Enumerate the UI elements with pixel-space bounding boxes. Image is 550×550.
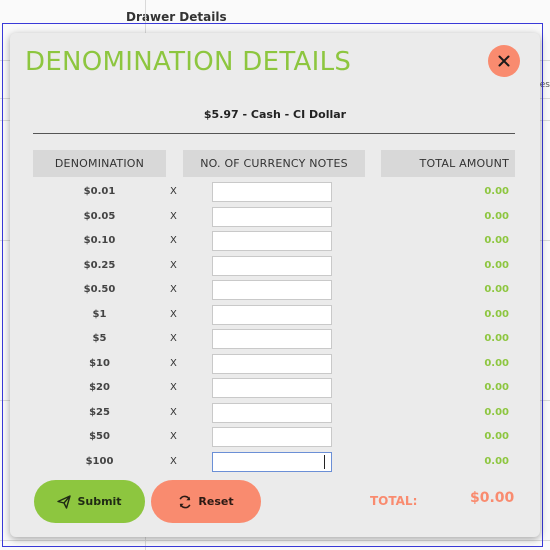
denomination-value: $100 (85, 455, 114, 467)
column-header-total: TOTAL AMOUNT (381, 150, 515, 177)
currency-notes-input[interactable] (212, 206, 332, 227)
row-total-amount: 0.00 (484, 259, 509, 271)
denomination-value: $0.10 (83, 235, 116, 246)
close-button[interactable] (488, 45, 520, 77)
denomination-row: $100 X 0.00 (10, 451, 540, 476)
multiplier-symbol: X (170, 235, 177, 246)
paper-plane-icon (57, 494, 72, 509)
denomination-value: $5 (92, 333, 107, 344)
row-total-amount: 0.00 (484, 357, 509, 369)
row-total-amount: 0.00 (484, 235, 509, 246)
denomination-modal: DENOMINATION DETAILS $5.97 - Cash - CI D… (10, 33, 540, 537)
row-total-amount: 0.00 (484, 210, 509, 222)
reset-button[interactable]: Reset (151, 480, 261, 523)
denomination-row: $0.10 X 0.00 (10, 230, 540, 255)
multiplier-symbol: X (170, 308, 177, 320)
divider (33, 133, 515, 134)
multiplier-symbol: X (170, 357, 177, 369)
multiplier-symbol: X (170, 431, 177, 442)
text-caret (324, 454, 325, 469)
denomination-row: $1 X 0.00 (10, 304, 540, 329)
reset-label: Reset (198, 495, 234, 508)
denomination-row: $50 X 0.00 (10, 426, 540, 451)
close-icon (498, 55, 510, 67)
column-header-denomination: DENOMINATION (33, 150, 166, 177)
currency-notes-input[interactable] (212, 255, 332, 276)
currency-notes-input[interactable] (212, 427, 332, 447)
denomination-row: $0.01 X 0.00 (10, 181, 540, 206)
currency-notes-input[interactable] (212, 451, 332, 472)
row-total-amount: 0.00 (484, 455, 509, 467)
multiplier-symbol: X (170, 210, 177, 222)
modal-title: DENOMINATION DETAILS (25, 47, 352, 77)
multiplier-symbol: X (170, 284, 177, 295)
refresh-icon (178, 495, 192, 509)
currency-notes-input[interactable] (212, 280, 332, 300)
currency-notes-input[interactable] (212, 353, 332, 374)
row-total-amount: 0.00 (484, 284, 509, 295)
multiplier-symbol: X (170, 259, 177, 271)
denomination-row: $25 X 0.00 (10, 402, 540, 427)
denomination-value: $20 (89, 382, 110, 393)
denomination-value: $50 (89, 431, 110, 442)
multiplier-symbol: X (170, 333, 177, 344)
background-title: Drawer Details (126, 10, 227, 24)
row-total-amount: 0.00 (484, 382, 509, 393)
row-total-amount: 0.00 (484, 406, 509, 418)
denomination-row: $0.50 X 0.00 (10, 279, 540, 304)
row-total-amount: 0.00 (484, 186, 509, 197)
denomination-value: $1 (92, 308, 107, 320)
denomination-value: $0.50 (83, 284, 116, 295)
denomination-row: $5 X 0.00 (10, 328, 540, 353)
total-label: TOTAL: (370, 494, 418, 508)
row-total-amount: 0.00 (484, 308, 509, 320)
currency-notes-input[interactable] (212, 231, 332, 251)
denomination-rows: $0.01 X 0.00 $0.05 X 0.00 $0.10 X 0.00 $0.25 X 0.00… (10, 181, 540, 475)
currency-notes-input[interactable] (212, 378, 332, 398)
denomination-value: $10 (89, 357, 110, 369)
currency-notes-input[interactable] (212, 182, 332, 202)
row-total-amount: 0.00 (484, 333, 509, 344)
currency-notes-input[interactable] (212, 329, 332, 349)
payment-subtitle: $5.97 - Cash - CI Dollar (203, 108, 347, 121)
denomination-value: $0.05 (83, 210, 116, 222)
column-header-notes: NO. OF CURRENCY NOTES (183, 150, 365, 177)
total-value: $0.00 (470, 490, 515, 506)
denomination-row: $20 X 0.00 (10, 377, 540, 402)
multiplier-symbol: X (170, 382, 177, 393)
row-total-amount: 0.00 (484, 431, 509, 442)
currency-notes-input[interactable] (212, 304, 332, 325)
submit-label: Submit (77, 495, 122, 508)
denomination-row: $10 X 0.00 (10, 353, 540, 378)
multiplier-symbol: X (170, 455, 177, 467)
denomination-value: $0.25 (83, 259, 116, 271)
submit-button[interactable]: Submit (34, 480, 145, 523)
multiplier-symbol: X (170, 406, 177, 418)
denomination-value: $25 (89, 406, 110, 418)
multiplier-symbol: X (170, 186, 177, 197)
currency-notes-input[interactable] (212, 402, 332, 423)
denomination-row: $0.25 X 0.00 (10, 255, 540, 280)
denomination-value: $0.01 (83, 186, 116, 197)
denomination-row: $0.05 X 0.00 (10, 206, 540, 231)
